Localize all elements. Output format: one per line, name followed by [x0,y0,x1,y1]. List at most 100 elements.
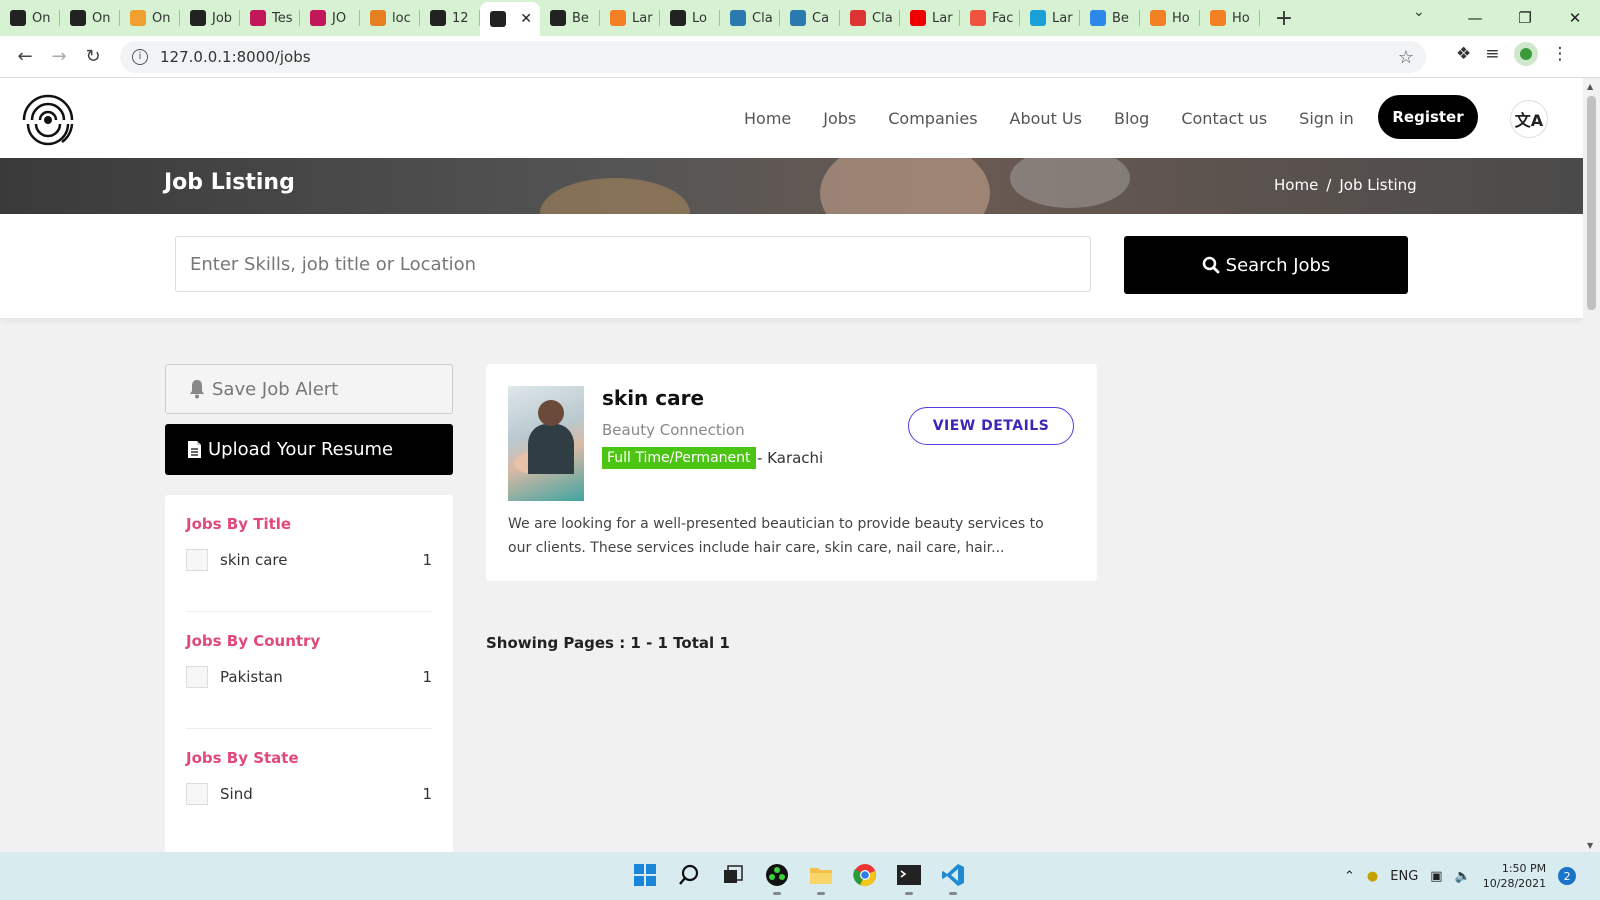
filter-checkbox[interactable] [186,549,208,571]
game-app-icon[interactable] [762,858,792,895]
browser-tab[interactable]: Ho [1140,0,1200,36]
clock-date: 10/28/2021 [1482,877,1547,890]
task-view-icon[interactable] [718,858,748,892]
browser-tab-label: Be [572,10,589,26]
pagination-info: Showing Pages : 1 - 1 Total 1 [486,634,730,652]
language-translate-icon[interactable]: 文A [1510,100,1548,138]
browser-tab[interactable]: Job [180,0,240,36]
view-details-button[interactable]: VIEW DETAILS [908,407,1074,445]
terminal-icon[interactable] [894,858,924,895]
browser-tab-active[interactable]: ✕ [480,2,540,36]
bookmark-star-icon[interactable]: ☆ [1398,47,1414,68]
clock[interactable]: 1:50 PM 10/28/2021 [1483,861,1546,891]
browser-tab[interactable]: 12 [420,0,480,36]
profile-avatar-icon[interactable] [1513,42,1538,66]
browser-tab-label: Lar [1052,10,1073,26]
new-tab-button[interactable]: + [1266,6,1302,31]
reload-icon[interactable]: ↻ [76,46,110,67]
save-job-alert-button[interactable]: Save Job Alert [165,364,453,414]
nav-link-about-us[interactable]: About Us [1010,109,1082,128]
upload-resume-button[interactable]: Upload Your Resume [165,424,453,475]
extensions-puzzle-icon[interactable]: ❖ [1456,44,1471,64]
filter-option[interactable]: skin care 1 [186,549,432,571]
tab-search-icon[interactable]: ⌄ [1413,4,1425,20]
browser-tab-label: Cla [872,10,893,26]
network-icon[interactable]: ▣ [1430,869,1442,884]
breadcrumb-separator: / [1326,176,1332,194]
restore-icon[interactable]: ❐ [1500,9,1550,27]
browser-toolbar: ← → ↻ i 127.0.0.1:8000/jobs ☆ ❖ ≡ ⋮ [0,36,1600,78]
breadcrumb-home-link[interactable]: Home [1274,176,1318,194]
menu-kebab-icon[interactable]: ⋮ [1552,44,1569,64]
browser-tab[interactable]: Tes [240,0,300,36]
vscode-icon[interactable] [938,858,968,895]
stack-icon [1210,10,1226,26]
browser-tab[interactable]: Lar [900,0,960,36]
windows-start-icon[interactable] [630,858,660,892]
address-bar[interactable]: i 127.0.0.1:8000/jobs ☆ [120,41,1426,73]
nav-link-companies[interactable]: Companies [888,109,977,128]
filter-checkbox[interactable] [186,783,208,805]
browser-tab[interactable]: Be [540,0,600,36]
beauty-connection-logo[interactable] [18,86,82,150]
filter-option[interactable]: Sind 1 [186,783,432,805]
browser-tab[interactable]: Fac [960,0,1020,36]
forward-arrow-icon[interactable]: → [42,46,76,67]
search-icon [1202,256,1220,274]
browser-tab[interactable]: Cla [840,0,900,36]
scrollbar-thumb[interactable] [1587,96,1596,310]
close-window-icon[interactable]: ✕ [1550,9,1600,27]
browser-tab[interactable]: Ca [780,0,840,36]
browser-tab[interactable]: Lo [660,0,720,36]
nav-link-contact-us[interactable]: Contact us [1181,109,1267,128]
translate-icon [490,11,506,27]
tray-app-icon[interactable]: ● [1367,869,1378,884]
browser-tab[interactable]: JO [300,0,360,36]
close-tab-icon[interactable]: ✕ [520,11,532,27]
filter-option-count: 1 [422,668,432,686]
job-thumbnail-image[interactable] [508,386,584,501]
scroll-up-icon[interactable]: ▲ [1587,82,1593,91]
nav-link-blog[interactable]: Blog [1114,109,1149,128]
search-icon[interactable] [674,858,704,892]
taskbar-apps [630,858,968,895]
translate-icon [430,10,446,26]
browser-tab[interactable]: loc [360,0,420,36]
register-button[interactable]: Register [1378,95,1478,139]
filter-checkbox[interactable] [186,666,208,688]
browser-tab[interactable]: Ho [1200,0,1260,36]
job-search-input[interactable] [175,236,1091,292]
filter-option[interactable]: Pakistan 1 [186,666,432,688]
save-job-alert-label: Save Job Alert [212,378,339,400]
browser-tab[interactable]: On [60,0,120,36]
filter-option-label: Pakistan [220,668,283,686]
browser-tab[interactable]: Cla [720,0,780,36]
browser-tab[interactable]: Lar [600,0,660,36]
nav-link-sign-in[interactable]: Sign in [1299,109,1354,128]
job-description: We are looking for a well-presented beau… [508,516,1044,556]
nav-link-home[interactable]: Home [744,109,791,128]
site-info-icon[interactable]: i [132,49,148,65]
language-indicator[interactable]: ENG [1390,869,1418,884]
github-icon [70,10,86,26]
reading-list-icon[interactable]: ≡ [1485,44,1499,64]
job-title[interactable]: skin care [602,386,704,410]
nav-link-jobs[interactable]: Jobs [823,109,856,128]
browser-tab[interactable]: Lar [1020,0,1080,36]
banner-photo-shape [540,178,690,214]
window-controls: — ❐ ✕ [1450,0,1600,36]
browser-tab[interactable]: Be [1080,0,1140,36]
file-explorer-icon[interactable] [806,858,836,895]
page-banner: Job Listing Home / Job Listing [0,158,1583,214]
scroll-down-icon[interactable]: ▼ [1587,841,1593,850]
chrome-browser-icon[interactable] [850,858,880,892]
page-scrollbar[interactable]: ▲ ▼ [1583,78,1600,852]
search-jobs-button[interactable]: Search Jobs [1124,236,1408,294]
volume-icon[interactable]: 🔈 [1455,869,1471,884]
notification-badge[interactable]: 2 [1558,867,1577,885]
minimize-icon[interactable]: — [1450,9,1500,27]
browser-tab[interactable]: On [0,0,60,36]
tray-chevron-up-icon[interactable]: ⌃ [1344,869,1355,884]
back-arrow-icon[interactable]: ← [8,46,42,67]
browser-tab[interactable]: On [120,0,180,36]
